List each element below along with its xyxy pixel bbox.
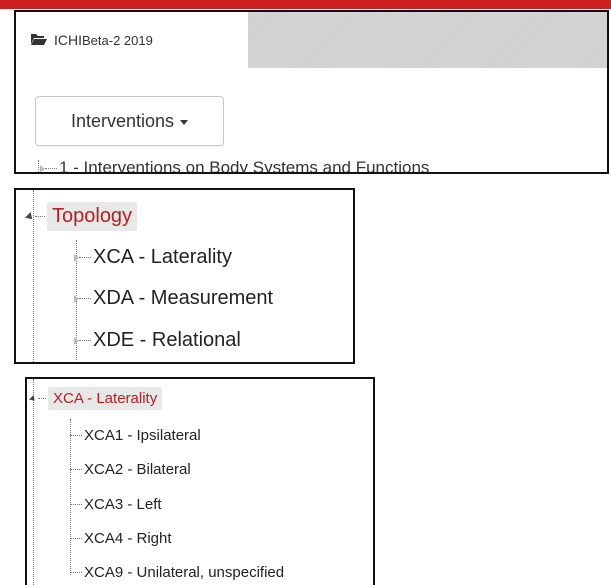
caret-down-icon bbox=[180, 119, 189, 125]
tree-connector-dash bbox=[70, 538, 82, 539]
tree-leaf-label: XCA2 - Bilateral bbox=[84, 461, 191, 478]
tree-connector-dash bbox=[70, 504, 82, 505]
main-panel: ICHI Beta-2 2019 Interventions 1 - Inter… bbox=[14, 10, 609, 174]
tree-leaf-xca1[interactable]: XCA1 - Ipsilateral bbox=[70, 427, 201, 444]
laterality-panel: XCA - Laterality XCA1 - Ipsilateral XCA2… bbox=[25, 377, 375, 585]
tree-leaf-label: XCA4 - Right bbox=[84, 530, 172, 547]
collapse-triangle-icon[interactable] bbox=[25, 211, 35, 222]
tree-connector-dash bbox=[79, 298, 91, 299]
tree-item-body-systems[interactable]: 1 - Interventions on Body Systems and Fu… bbox=[40, 158, 430, 174]
tree-node-xda[interactable]: XDA - Measurement bbox=[74, 287, 273, 310]
tree-connector-dash bbox=[38, 398, 46, 399]
tree-leaf-label: XCA1 - Ipsilateral bbox=[84, 427, 201, 444]
tree-node-label-selected[interactable]: Topology bbox=[47, 202, 138, 231]
tree-connector-dash bbox=[35, 216, 45, 217]
tab-bar-empty bbox=[248, 12, 607, 68]
tree-node-label: XDE - Relational bbox=[93, 329, 241, 351]
folder-open-icon bbox=[30, 32, 48, 49]
tree-leaf-xca9[interactable]: XCA9 - Unilateral, unspecified bbox=[70, 564, 284, 581]
tree-leaf-xca4[interactable]: XCA4 - Right bbox=[70, 530, 172, 547]
tree-connector-dash bbox=[79, 257, 91, 258]
dropdown-label: Interventions bbox=[70, 110, 175, 131]
tree-connector-dash bbox=[70, 572, 82, 573]
tree-node-xde[interactable]: XDE - Relational bbox=[74, 329, 241, 352]
tree-node-label-selected[interactable]: XCA - Laterality bbox=[48, 387, 163, 410]
tree-connector-dash bbox=[70, 469, 82, 470]
tree-connector-dash bbox=[45, 168, 57, 170]
tree-node-label: XCA - Laterality bbox=[93, 246, 232, 268]
tree-node-xca-laterality[interactable]: XCA - Laterality bbox=[29, 387, 163, 410]
tree-node-xca[interactable]: XCA - Laterality bbox=[74, 246, 232, 269]
collapse-triangle-icon[interactable] bbox=[29, 394, 37, 403]
tree-connector-dash bbox=[70, 435, 82, 436]
tab-row: ICHI Beta-2 2019 bbox=[16, 12, 607, 68]
tab-ichi[interactable]: ICHI Beta-2 2019 bbox=[16, 12, 248, 68]
topology-panel: Topology XCA - Laterality XDA - Measurem… bbox=[14, 188, 355, 364]
tab-label-main: ICHI bbox=[54, 32, 82, 48]
top-accent-bar bbox=[0, 0, 611, 9]
tree-node-topology[interactable]: Topology bbox=[25, 202, 138, 231]
tree-item-label: 1 - Interventions on Body Systems and Fu… bbox=[59, 158, 430, 174]
tree-leaf-xca3[interactable]: XCA3 - Left bbox=[70, 496, 162, 513]
interventions-dropdown[interactable]: Interventions bbox=[35, 96, 224, 146]
tree-leaf-label: XCA9 - Unilateral, unspecified bbox=[84, 564, 285, 581]
tab-label-version: Beta-2 2019 bbox=[82, 32, 153, 48]
tree-connector-dash bbox=[79, 340, 91, 341]
tree-leaf-label: XCA3 - Left bbox=[84, 496, 162, 513]
tree-connector bbox=[38, 160, 39, 172]
tree-node-label: XDA - Measurement bbox=[93, 287, 274, 309]
tree-leaf-xca2[interactable]: XCA2 - Bilateral bbox=[70, 461, 191, 478]
